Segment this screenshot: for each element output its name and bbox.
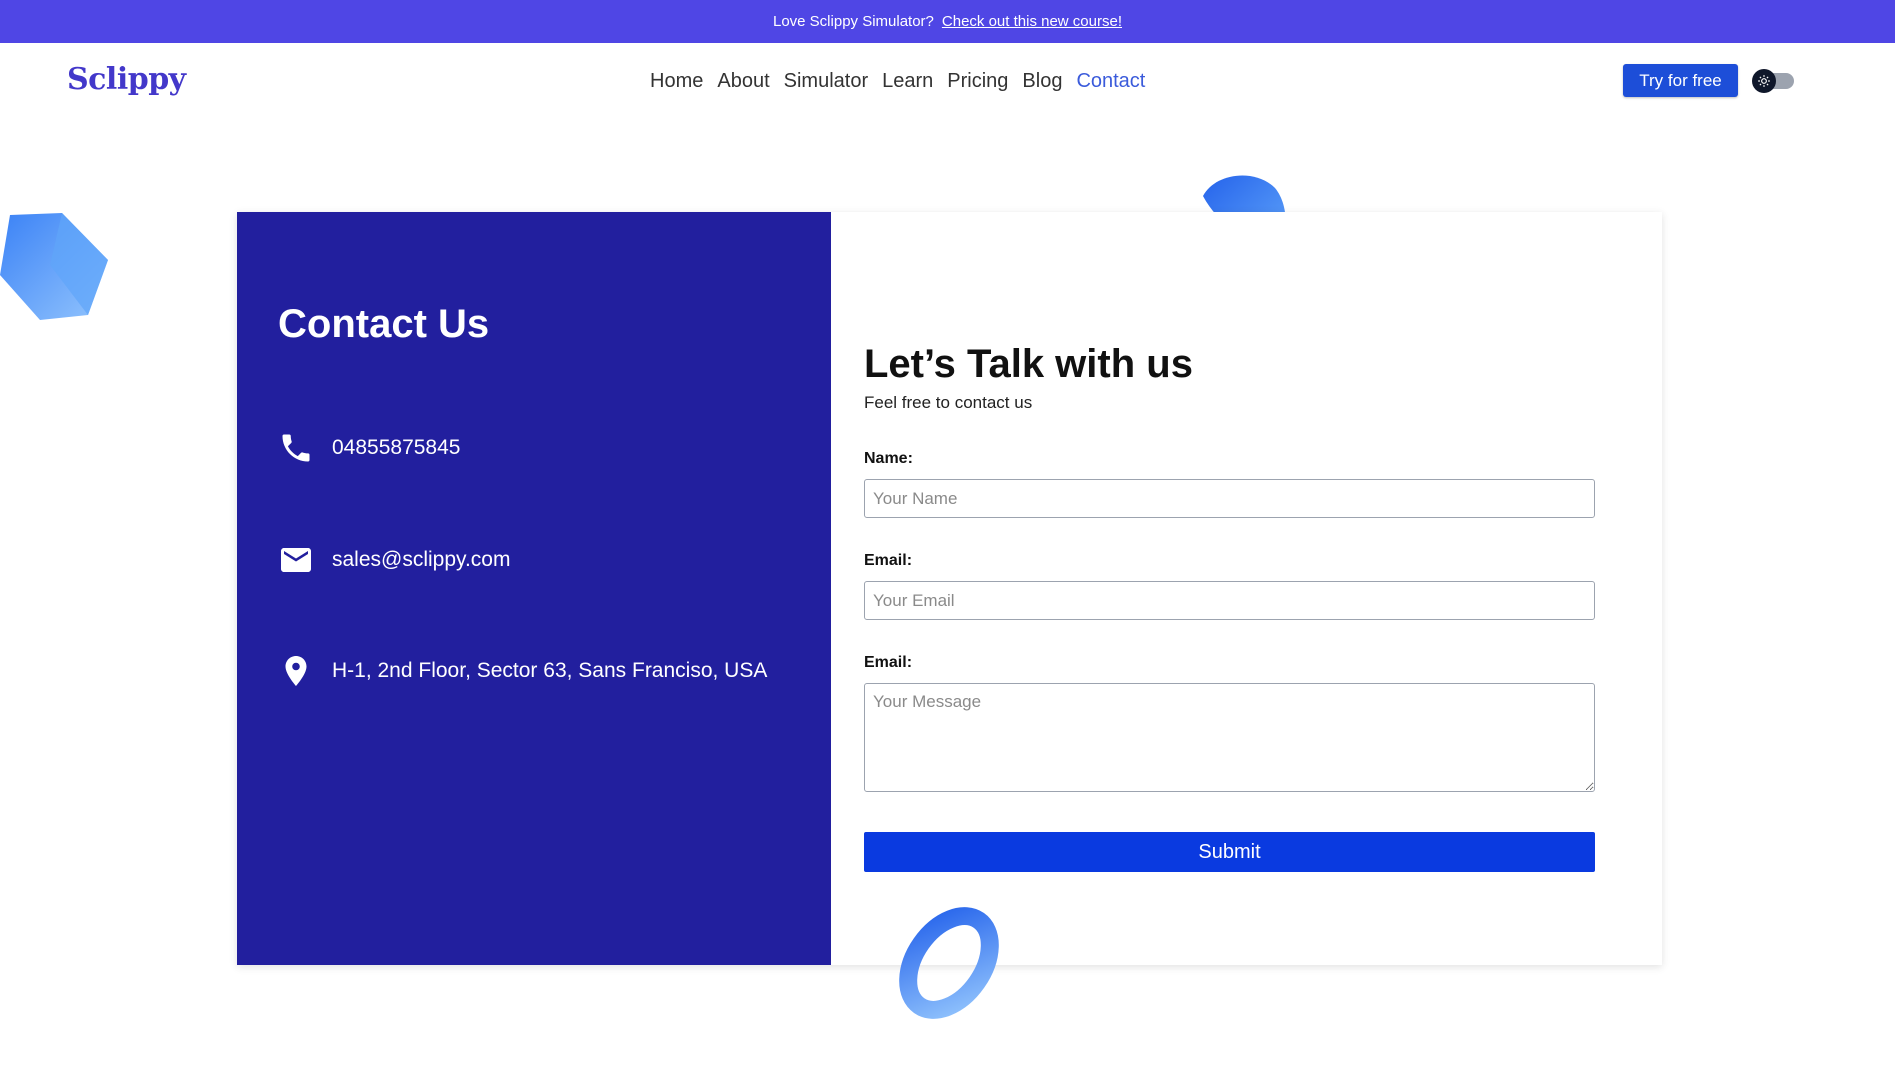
theme-toggle[interactable] xyxy=(1752,69,1794,93)
nav-link-contact[interactable]: Contact xyxy=(1076,70,1145,93)
contact-info-panel: Contact Us 04855875845 sales@sclippy.com… xyxy=(237,212,831,965)
phone-icon xyxy=(282,434,310,462)
address-row: H-1, 2nd Floor, Sector 63, Sans Franciso… xyxy=(278,653,767,689)
email-label: Email: xyxy=(864,552,913,569)
toggle-knob xyxy=(1752,69,1776,93)
nav-link-home[interactable]: Home xyxy=(650,70,703,93)
contact-form-panel: Let’s Talk with us Feel free to contact … xyxy=(831,212,1662,965)
nav-link-simulator[interactable]: Simulator xyxy=(784,70,868,93)
address-text: H-1, 2nd Floor, Sector 63, Sans Franciso… xyxy=(332,659,768,682)
email-address[interactable]: sales@sclippy.com xyxy=(332,548,510,572)
promo-banner: Love Sclippy Simulator? Check out this n… xyxy=(0,0,1895,43)
email-input[interactable] xyxy=(864,581,1595,620)
phone-number[interactable]: 04855875845 xyxy=(332,436,460,460)
decorative-cube-shape xyxy=(0,213,108,320)
message-textarea[interactable] xyxy=(864,683,1595,792)
submit-button[interactable]: Submit xyxy=(864,832,1595,872)
decorative-ring-shape xyxy=(899,907,999,1019)
sun-icon xyxy=(1758,75,1770,87)
banner-text: Love Sclippy Simulator? xyxy=(772,13,934,30)
contact-title: Contact Us xyxy=(278,302,490,346)
nav-link-about[interactable]: About xyxy=(717,70,769,93)
nav-link-pricing[interactable]: Pricing xyxy=(947,70,1008,93)
banner-course-link[interactable]: Check out this new course! xyxy=(942,13,1122,30)
navbar: Sclippy Home About Simulator Learn Prici… xyxy=(0,43,1895,120)
message-label: Email: xyxy=(864,654,913,671)
phone-row: 04855875845 xyxy=(278,430,460,466)
email-row: sales@sclippy.com xyxy=(278,542,510,578)
nav-links: Home About Simulator Learn Pricing Blog … xyxy=(650,70,1145,93)
nav-link-blog[interactable]: Blog xyxy=(1022,70,1062,93)
name-input[interactable] xyxy=(864,479,1595,518)
contact-card: Contact Us 04855875845 sales@sclippy.com… xyxy=(237,212,1662,965)
form-subtitle: Feel free to contact us xyxy=(864,393,1033,412)
location-pin-icon xyxy=(285,656,307,686)
try-for-free-button[interactable]: Try for free xyxy=(1623,64,1738,97)
name-label: Name: xyxy=(864,450,913,467)
logo[interactable]: Sclippy xyxy=(67,62,186,97)
form-title: Let’s Talk with us xyxy=(864,342,1193,386)
mail-icon xyxy=(281,548,311,572)
nav-link-learn[interactable]: Learn xyxy=(882,70,933,93)
